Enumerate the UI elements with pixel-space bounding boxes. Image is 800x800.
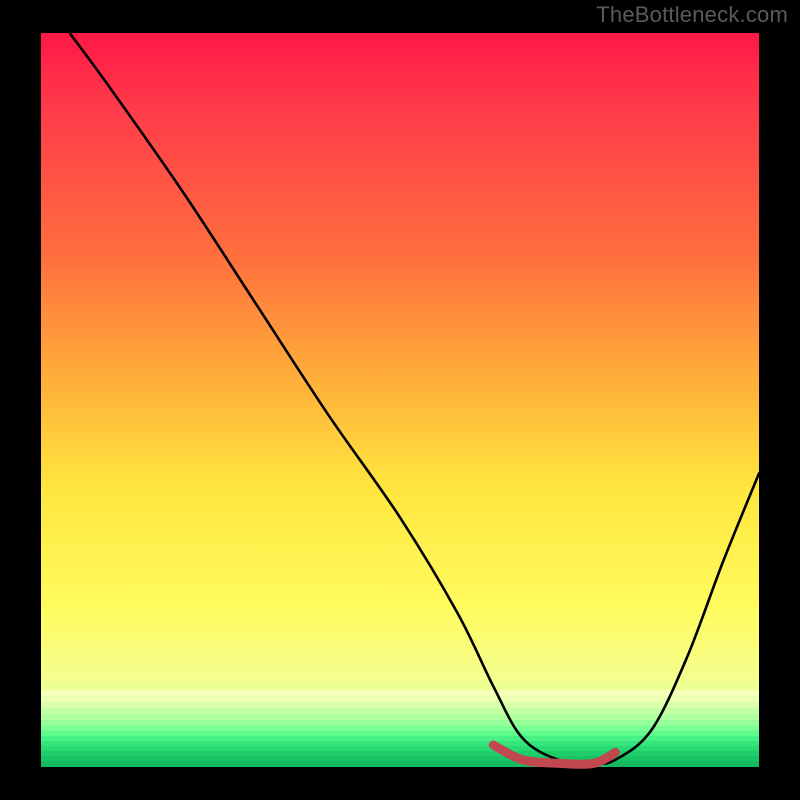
chart-container: TheBottleneck.com [0,0,800,800]
watermark-text: TheBottleneck.com [596,2,788,28]
bottleneck-chart [0,0,800,800]
